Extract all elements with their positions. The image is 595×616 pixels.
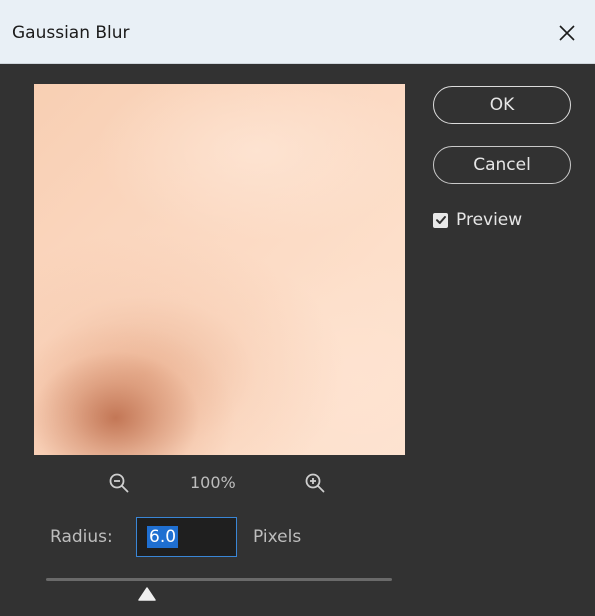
preview-label: Preview <box>456 210 523 230</box>
dialog-title: Gaussian Blur <box>12 23 130 43</box>
radius-value: 6.0 <box>147 526 179 548</box>
preview-checkbox[interactable] <box>433 212 448 228</box>
radius-slider-thumb[interactable] <box>136 586 158 602</box>
cancel-button[interactable]: Cancel <box>433 146 571 184</box>
cancel-button-label: Cancel <box>473 155 531 175</box>
zoom-out-icon <box>109 473 129 493</box>
ok-button-label: OK <box>489 95 515 115</box>
zoom-in-icon <box>305 473 325 493</box>
radius-label: Radius: <box>50 527 113 547</box>
zoom-level: 100% <box>190 473 236 492</box>
radius-slider-track[interactable] <box>46 578 392 581</box>
zoom-out-button[interactable] <box>108 472 130 494</box>
close-button[interactable] <box>547 14 587 52</box>
ok-button[interactable]: OK <box>433 86 571 124</box>
preview-checkbox-row[interactable]: Preview <box>433 206 522 234</box>
radius-input[interactable]: 6.0 <box>136 517 237 557</box>
title-bar: Gaussian Blur <box>0 0 595 64</box>
slider-triangle-icon <box>138 587 156 601</box>
zoom-in-button[interactable] <box>304 472 326 494</box>
blur-preview-image[interactable] <box>34 84 405 455</box>
checkmark-icon <box>435 216 446 224</box>
close-icon <box>559 25 575 41</box>
radius-units-label: Pixels <box>253 527 302 547</box>
zoom-controls: 100% <box>100 470 350 498</box>
